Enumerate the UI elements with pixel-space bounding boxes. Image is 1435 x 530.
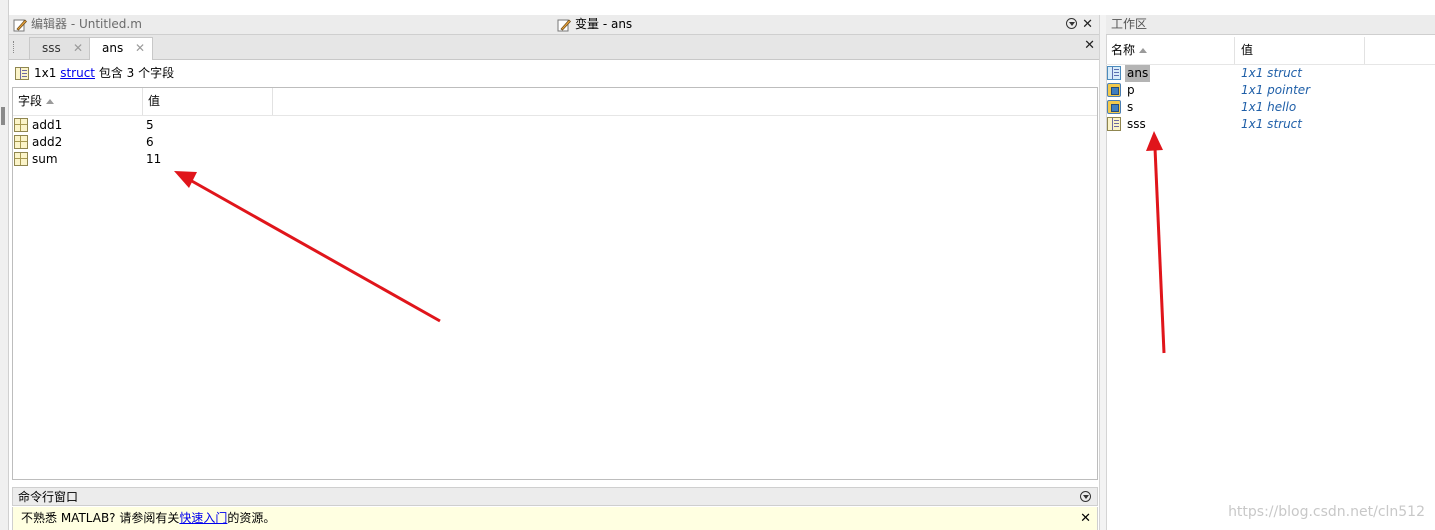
- variable-name[interactable]: sss: [1125, 116, 1148, 133]
- object-icon: [1107, 83, 1121, 97]
- close-icon[interactable]: ✕: [1082, 15, 1093, 34]
- variable-name[interactable]: p: [1125, 82, 1137, 99]
- struct-icon: [15, 67, 29, 80]
- tab-grip[interactable]: [13, 41, 16, 53]
- annotation-arrow-workspace: [1146, 131, 1166, 354]
- close-icon[interactable]: ✕: [135, 38, 145, 59]
- variable-name[interactable]: ans: [1125, 65, 1151, 82]
- pencil-icon: [13, 18, 27, 32]
- workspace-row-sss[interactable]: sss 1x1 struct: [1106, 116, 1435, 133]
- object-icon: [1107, 100, 1121, 114]
- command-window-titlebar[interactable]: 命令行窗口: [12, 487, 1098, 506]
- close-icon[interactable]: ✕: [73, 38, 83, 59]
- field-name[interactable]: add2: [32, 134, 62, 151]
- table-row[interactable]: sum 11: [13, 151, 413, 168]
- left-panel-strip: [0, 0, 9, 530]
- watermark: https://blog.csdn.net/cln512: [1228, 504, 1425, 520]
- variables-titlebar[interactable]: 变量 - ans ✕: [553, 15, 1099, 35]
- workspace-row-p[interactable]: p 1x1 pointer: [1106, 82, 1435, 99]
- panel-menu-icon[interactable]: [1066, 18, 1077, 29]
- variable-value[interactable]: 1x1 struct: [1241, 116, 1302, 133]
- field-value[interactable]: 11: [146, 151, 161, 168]
- column-header-field[interactable]: 字段: [13, 88, 143, 115]
- field-icon: [14, 152, 28, 166]
- variables-title: 变量 - ans: [575, 17, 633, 31]
- field-name[interactable]: sum: [32, 151, 58, 168]
- column-header-value[interactable]: 值: [143, 88, 273, 115]
- column-header-label: 值: [148, 94, 161, 108]
- column-header-label: 值: [1241, 43, 1254, 57]
- variable-value[interactable]: 1x1 struct: [1241, 65, 1302, 82]
- variable-name[interactable]: s: [1125, 99, 1135, 116]
- message-text-suffix: 的资源。: [227, 511, 276, 525]
- workspace-row-ans[interactable]: ans 1x1 struct: [1106, 65, 1435, 82]
- column-header-label: 名称: [1111, 43, 1136, 57]
- struct-info: 1x1 struct 包含 3 个字段: [12, 62, 1097, 84]
- column-header-label: 字段: [18, 94, 43, 108]
- editor-title: 编辑器 - Untitled.m: [31, 17, 142, 31]
- fields-table: 字段 值 add1 5 add2 6 sum 11: [12, 87, 1098, 480]
- variable-value[interactable]: 1x1 pointer: [1241, 82, 1310, 99]
- variable-tabs: sss ✕ ans ✕ ✕: [9, 35, 1099, 60]
- header-divider: [13, 115, 1097, 116]
- field-icon: [14, 118, 28, 132]
- field-value[interactable]: 6: [146, 134, 154, 151]
- struct-class-link[interactable]: struct: [60, 66, 95, 80]
- struct-size: 1x1: [34, 66, 57, 80]
- field-icon: [14, 135, 28, 149]
- sort-ascending-icon: [1139, 48, 1148, 53]
- column-header-name[interactable]: 名称: [1106, 37, 1235, 64]
- table-row[interactable]: add2 6: [13, 134, 413, 151]
- left-panel-grip[interactable]: [1, 107, 5, 125]
- panel-menu-icon[interactable]: [1080, 491, 1091, 502]
- field-name[interactable]: add1: [32, 117, 62, 134]
- tab-label: ans: [102, 41, 124, 55]
- workspace-titlebar[interactable]: 工作区: [1106, 15, 1435, 35]
- field-value[interactable]: 5: [146, 117, 154, 134]
- tab-ans[interactable]: ans ✕: [89, 37, 153, 60]
- struct-icon: [1107, 117, 1121, 131]
- close-all-icon[interactable]: ✕: [1084, 38, 1095, 53]
- tab-label: sss: [42, 41, 61, 55]
- sort-ascending-icon: [46, 99, 55, 104]
- message-text: 不熟悉 MATLAB? 请参阅有关: [21, 511, 180, 525]
- close-icon[interactable]: ✕: [1080, 507, 1091, 530]
- workspace-row-s[interactable]: s 1x1 hello: [1106, 99, 1435, 116]
- struct-icon: [1107, 66, 1121, 80]
- getting-started-link[interactable]: 快速入门: [179, 511, 227, 525]
- column-header-value[interactable]: 值: [1235, 37, 1365, 64]
- struct-field-count: 包含 3 个字段: [98, 66, 175, 80]
- variable-value[interactable]: 1x1 hello: [1241, 99, 1296, 116]
- table-row[interactable]: add1 5: [13, 117, 413, 134]
- workspace-header: 名称 值: [1106, 37, 1435, 65]
- command-window-title: 命令行窗口: [18, 490, 79, 504]
- command-window-message: 不熟悉 MATLAB? 请参阅有关快速入门的资源。 ✕: [12, 507, 1098, 530]
- pencil-icon: [557, 18, 571, 32]
- editor-titlebar[interactable]: 编辑器 - Untitled.m: [9, 15, 553, 35]
- tab-sss[interactable]: sss ✕: [29, 37, 91, 59]
- workspace-title: 工作区: [1111, 17, 1148, 31]
